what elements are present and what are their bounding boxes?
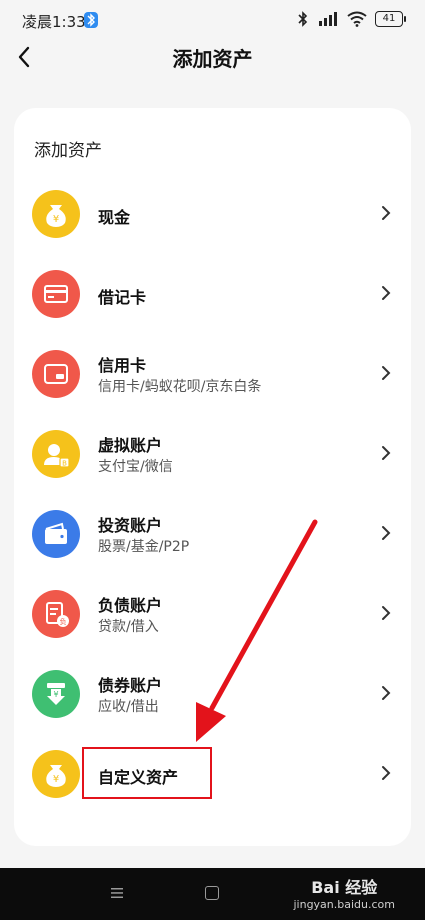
menu-icon[interactable] — [110, 886, 124, 900]
status-icons: 41 — [297, 10, 406, 28]
asset-name: 借记卡 — [98, 288, 147, 307]
chevron-right-icon — [382, 606, 391, 620]
asset-name: 债券账户 — [98, 676, 163, 695]
asset-subtitle: 支付宝/微信 — [98, 459, 173, 475]
chevron-right-icon — [382, 686, 391, 700]
chevron-right-icon — [382, 366, 391, 380]
bluetooth-badge-icon — [84, 12, 98, 28]
asset-subtitle: 应收/借出 — [98, 699, 159, 715]
asset-item-debt-account[interactable]: 负 负债账户 贷款/借入 — [14, 574, 411, 654]
watermark: Bai 经验 jingyan.baidu.com — [293, 874, 395, 911]
home-icon[interactable] — [205, 886, 219, 900]
asset-subtitle: 股票/基金/P2P — [98, 539, 190, 555]
chevron-right-icon — [382, 286, 391, 300]
virtual-account-icon: B — [32, 430, 80, 478]
annotation-highlight-box — [82, 747, 212, 799]
asset-item-custom[interactable]: ¥ 自定义资产 — [14, 734, 411, 814]
asset-item-debit-card[interactable]: 借记卡 — [14, 254, 411, 334]
debt-icon: 负 — [32, 590, 80, 638]
header: 添加资产 — [0, 40, 425, 74]
chevron-right-icon — [382, 446, 391, 460]
asset-name: 负债账户 — [98, 596, 163, 615]
money-bag-icon: ¥ — [32, 750, 80, 798]
asset-name: 投资账户 — [98, 516, 163, 535]
wallet-icon — [32, 510, 80, 558]
status-time: 凌晨1:33 — [22, 13, 86, 31]
asset-item-cash[interactable]: ¥ 现金 — [14, 174, 411, 254]
svg-text:B: B — [62, 460, 67, 468]
asset-item-virtual-account[interactable]: B 虚拟账户 支付宝/微信 — [14, 414, 411, 494]
asset-type-card: 添加资产 ¥ 现金 借记卡 信用卡 信用卡/蚂蚁花呗/京东白条 B 虚拟账户 支… — [14, 108, 411, 846]
asset-item-investment-account[interactable]: 投资账户 股票/基金/P2P — [14, 494, 411, 574]
bond-icon: ¥ — [32, 670, 80, 718]
chevron-right-icon — [382, 526, 391, 540]
asset-name: 虚拟账户 — [98, 436, 163, 455]
asset-subtitle: 信用卡/蚂蚁花呗/京东白条 — [98, 379, 262, 395]
navigation-bar: Bai 经验 jingyan.baidu.com — [0, 868, 425, 920]
asset-item-credit-card[interactable]: 信用卡 信用卡/蚂蚁花呗/京东白条 — [14, 334, 411, 414]
credit-card-icon — [32, 350, 80, 398]
chevron-right-icon — [382, 206, 391, 220]
debit-card-icon — [32, 270, 80, 318]
svg-text:¥: ¥ — [53, 690, 58, 699]
money-bag-icon: ¥ — [32, 190, 80, 238]
bluetooth-icon — [298, 11, 308, 27]
watermark-url: jingyan.baidu.com — [293, 898, 395, 911]
page-title: 添加资产 — [172, 47, 253, 71]
svg-text:¥: ¥ — [53, 774, 59, 785]
asset-name: 现金 — [98, 208, 131, 227]
chevron-right-icon — [382, 766, 391, 780]
asset-name: 信用卡 — [98, 356, 147, 375]
wifi-icon — [347, 11, 367, 27]
asset-item-bond-account[interactable]: ¥ 债券账户 应收/借出 — [14, 654, 411, 734]
svg-text:¥: ¥ — [53, 214, 59, 225]
signal-icon — [319, 12, 337, 26]
section-title: 添加资产 — [34, 141, 102, 161]
svg-text:负: 负 — [60, 617, 67, 626]
status-bar: 凌晨1:33 41 — [0, 0, 425, 40]
battery-icon: 41 — [375, 11, 406, 27]
watermark-logo: Bai 经验 — [311, 878, 378, 897]
asset-subtitle: 贷款/借入 — [98, 619, 159, 635]
